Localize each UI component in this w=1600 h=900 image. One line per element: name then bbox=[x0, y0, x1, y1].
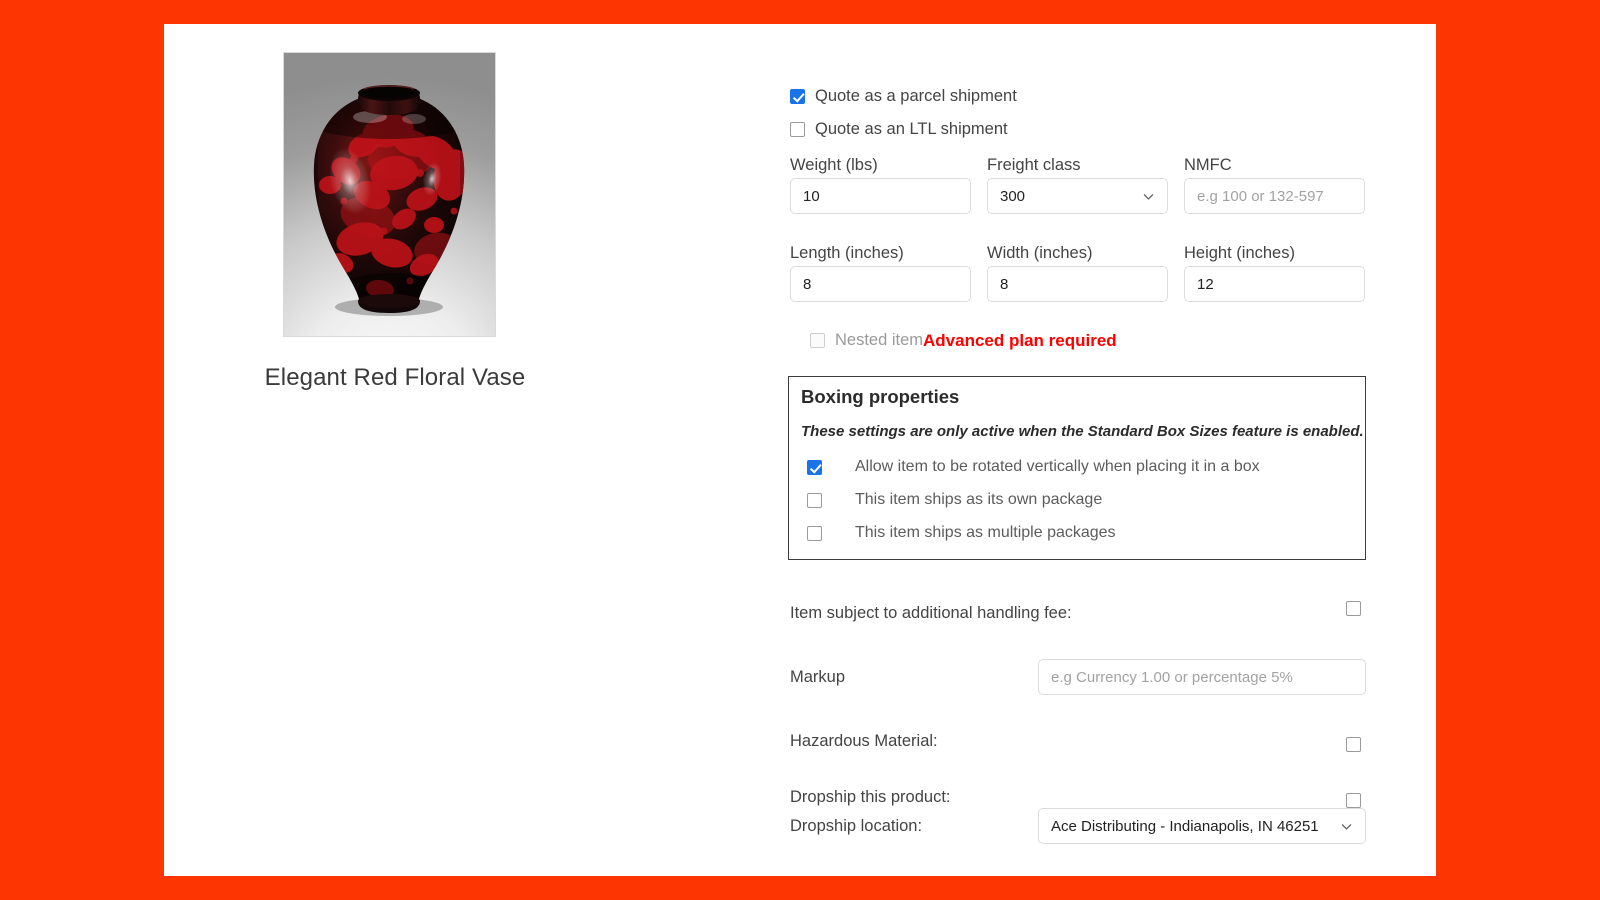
weight-label: Weight (lbs) bbox=[790, 156, 878, 174]
boxing-properties-panel: Boxing properties These settings are onl… bbox=[788, 376, 1366, 560]
dropship-location-label: Dropship location: bbox=[790, 817, 923, 835]
dropship-location-select[interactable]: Ace Distributing - Indianapolis, IN 4625… bbox=[1038, 808, 1366, 844]
quote-parcel-checkbox[interactable] bbox=[790, 89, 805, 104]
advanced-plan-warning: Advanced plan required bbox=[923, 331, 1117, 350]
height-input[interactable]: 12 bbox=[1184, 266, 1365, 302]
vase-illustration bbox=[313, 85, 465, 316]
freight-class-value: 300 bbox=[1000, 187, 1026, 205]
quote-ltl-row[interactable]: Quote as an LTL shipment bbox=[790, 120, 1008, 139]
boxing-properties-title: Boxing properties bbox=[801, 386, 960, 407]
handling-fee-checkbox[interactable] bbox=[1346, 601, 1361, 616]
boxing-rotate-checkbox[interactable] bbox=[807, 459, 822, 475]
nmfc-input[interactable]: e.g 100 or 132-597 bbox=[1184, 178, 1365, 214]
freight-class-label: Freight class bbox=[987, 156, 1081, 174]
boxing-option-multiple-packages-row[interactable]: This item ships as multiple packages bbox=[807, 524, 1116, 542]
quote-ltl-checkbox[interactable] bbox=[790, 122, 805, 137]
handling-fee-label: Item subject to additional handling fee: bbox=[790, 604, 1072, 622]
dropship-product-checkbox[interactable] bbox=[1346, 793, 1361, 808]
length-label: Length (inches) bbox=[790, 244, 904, 262]
nested-item-label: Nested item bbox=[835, 331, 924, 349]
freight-class-select[interactable]: 300 bbox=[987, 178, 1168, 214]
boxing-own-package-checkbox[interactable] bbox=[807, 492, 822, 508]
width-input[interactable]: 8 bbox=[987, 266, 1168, 302]
boxing-option-own-package-row[interactable]: This item ships as its own package bbox=[807, 491, 1102, 509]
nmfc-label: NMFC bbox=[1184, 156, 1232, 174]
product-image bbox=[283, 52, 496, 337]
boxing-option-rotate-row[interactable]: Allow item to be rotated vertically when… bbox=[807, 458, 1260, 476]
boxing-rotate-label: Allow item to be rotated vertically when… bbox=[855, 458, 1260, 475]
dropship-product-label: Dropship this product: bbox=[790, 788, 951, 806]
width-label: Width (inches) bbox=[987, 244, 1093, 262]
boxing-multiple-packages-checkbox[interactable] bbox=[807, 525, 822, 541]
markup-label: Markup bbox=[790, 668, 846, 686]
product-preview-column: Elegant Red Floral Vase bbox=[164, 24, 626, 424]
weight-input[interactable]: 10 bbox=[790, 178, 971, 214]
chevron-down-icon bbox=[1142, 190, 1155, 203]
shipping-form-column: Quote as a parcel shipment Quote as an L… bbox=[626, 24, 1436, 876]
hazardous-material-label: Hazardous Material: bbox=[790, 732, 938, 750]
boxing-own-package-label: This item ships as its own package bbox=[855, 491, 1103, 508]
quote-parcel-label: Quote as a parcel shipment bbox=[815, 87, 1017, 105]
boxing-multiple-packages-label: This item ships as multiple packages bbox=[855, 524, 1116, 541]
product-title: Elegant Red Floral Vase bbox=[264, 364, 526, 391]
quote-ltl-label: Quote as an LTL shipment bbox=[815, 120, 1008, 138]
markup-input[interactable]: e.g Currency 1.00 or percentage 5% bbox=[1038, 659, 1366, 695]
boxing-properties-note: These settings are only active when the … bbox=[801, 423, 1364, 440]
nested-item-checkbox bbox=[810, 333, 825, 348]
length-input[interactable]: 8 bbox=[790, 266, 971, 302]
chevron-down-icon bbox=[1340, 820, 1353, 833]
hazardous-material-checkbox[interactable] bbox=[1346, 737, 1361, 752]
quote-parcel-row[interactable]: Quote as a parcel shipment bbox=[790, 87, 1017, 106]
height-label: Height (inches) bbox=[1184, 244, 1295, 262]
nested-item-row: Nested item bbox=[810, 331, 923, 350]
product-shipping-settings-panel: Elegant Red Floral Vase Quote as a parce… bbox=[164, 24, 1436, 876]
dropship-location-value: Ace Distributing - Indianapolis, IN 4625… bbox=[1051, 817, 1319, 835]
